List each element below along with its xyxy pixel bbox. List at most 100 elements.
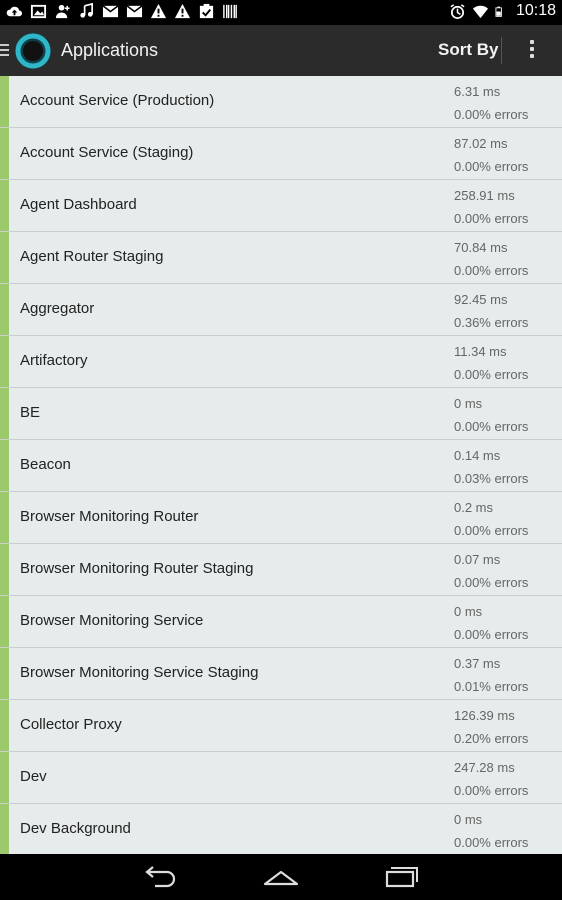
- health-status-bar: [0, 648, 9, 699]
- barcode-icon: [223, 4, 237, 19]
- application-row[interactable]: Dev 247.28 ms 0.00% errors: [0, 752, 562, 804]
- cloud-upload-icon: [6, 6, 23, 17]
- warning-icon: [150, 3, 167, 19]
- response-time: 258.91 ms: [454, 188, 515, 203]
- action-bar: Applications Sort By: [0, 25, 562, 77]
- application-row[interactable]: Agent Dashboard 258.91 ms 0.00% errors: [0, 180, 562, 232]
- error-rate: 0.00% errors: [454, 211, 529, 226]
- error-rate: 0.00% errors: [454, 263, 529, 278]
- application-name: Browser Monitoring Router Staging: [20, 560, 254, 577]
- application-name: Browser Monitoring Router: [20, 508, 199, 525]
- battery-icon: [495, 6, 502, 17]
- application-name: Browser Monitoring Service Staging: [20, 664, 259, 681]
- application-name: Account Service (Staging): [20, 144, 194, 161]
- error-rate: 0.00% errors: [454, 575, 529, 590]
- response-time: 0.07 ms: [454, 552, 501, 567]
- application-row[interactable]: Agent Router Staging 70.84 ms 0.00% erro…: [0, 232, 562, 284]
- application-name: Agent Dashboard: [20, 196, 137, 213]
- error-rate: 0.00% errors: [454, 523, 529, 538]
- response-time: 11.34 ms: [454, 344, 507, 359]
- app-logo-icon[interactable]: [14, 32, 52, 70]
- response-time: 87.02 ms: [454, 136, 508, 151]
- application-row[interactable]: Artifactory 11.34 ms 0.00% errors: [0, 336, 562, 388]
- system-icons: 10:18: [449, 2, 556, 20]
- application-row[interactable]: Account Service (Production) 6.31 ms 0.0…: [0, 76, 562, 128]
- response-time: 0 ms: [454, 396, 483, 411]
- application-row[interactable]: Collector Proxy 126.39 ms 0.20% errors: [0, 700, 562, 752]
- application-name: Artifactory: [20, 352, 88, 369]
- drawer-menu-icon[interactable]: [0, 42, 10, 58]
- error-rate: 0.03% errors: [454, 471, 529, 486]
- error-rate: 0.00% errors: [454, 159, 529, 174]
- health-status-bar: [0, 388, 9, 439]
- application-name: Collector Proxy: [20, 716, 122, 733]
- health-status-bar: [0, 596, 9, 647]
- application-name: Aggregator: [20, 300, 95, 317]
- error-rate: 0.00% errors: [454, 107, 529, 122]
- response-time: 247.28 ms: [454, 760, 515, 775]
- mail-icon: [126, 5, 143, 18]
- response-time: 0.14 ms: [454, 448, 501, 463]
- application-row[interactable]: Browser Monitoring Router Staging 0.07 m…: [0, 544, 562, 596]
- health-status-bar: [0, 440, 9, 491]
- response-time: 92.45 ms: [454, 292, 508, 307]
- health-status-bar: [0, 336, 9, 387]
- health-status-bar: [0, 128, 9, 179]
- application-row[interactable]: Browser Monitoring Service 0 ms 0.00% er…: [0, 596, 562, 648]
- application-name: Browser Monitoring Service: [20, 612, 204, 629]
- error-rate: 0.00% errors: [454, 419, 529, 434]
- page-title: Applications: [61, 40, 159, 60]
- image-icon: [30, 4, 47, 19]
- application-row[interactable]: Beacon 0.14 ms 0.03% errors: [0, 440, 562, 492]
- alarm-icon: [450, 3, 465, 19]
- response-time: 0 ms: [454, 812, 483, 827]
- music-note-icon: [80, 3, 94, 18]
- response-time: 0 ms: [454, 604, 483, 619]
- response-time: 0.37 ms: [454, 656, 501, 671]
- application-row[interactable]: Aggregator 92.45 ms 0.36% errors: [0, 284, 562, 336]
- health-status-bar: [0, 544, 9, 595]
- error-rate: 0.00% errors: [454, 835, 529, 850]
- application-name: Dev: [20, 768, 47, 785]
- checkbox-icon: [199, 3, 214, 19]
- application-list[interactable]: Account Service (Production) 6.31 ms 0.0…: [0, 76, 562, 854]
- application-row[interactable]: Browser Monitoring Service Staging 0.37 …: [0, 648, 562, 700]
- application-name: Dev Background: [20, 820, 131, 837]
- health-status-bar: [0, 700, 9, 751]
- error-rate: 0.00% errors: [454, 783, 529, 798]
- health-status-bar: [0, 232, 9, 283]
- application-name: Beacon: [20, 456, 71, 473]
- application-name: Agent Router Staging: [20, 248, 164, 265]
- sort-by-button[interactable]: Sort By: [438, 40, 498, 60]
- health-status-bar: [0, 804, 9, 854]
- mail-icon: [102, 5, 119, 18]
- health-status-bar: [0, 284, 9, 335]
- application-name: Account Service (Production): [20, 92, 215, 109]
- error-rate: 0.01% errors: [454, 679, 529, 694]
- application-row[interactable]: Browser Monitoring Router 0.2 ms 0.00% e…: [0, 492, 562, 544]
- notification-icons: [6, 3, 239, 20]
- home-icon[interactable]: [261, 864, 301, 890]
- warning-icon: [174, 3, 191, 19]
- response-time: 6.31 ms: [454, 84, 501, 99]
- overflow-menu-icon[interactable]: [522, 37, 542, 65]
- recent-apps-icon[interactable]: [381, 864, 421, 890]
- error-rate: 0.20% errors: [454, 731, 529, 746]
- health-status-bar: [0, 492, 9, 543]
- application-row[interactable]: Dev Background 0 ms 0.00% errors: [0, 804, 562, 854]
- error-rate: 0.00% errors: [454, 627, 529, 642]
- health-status-bar: [0, 180, 9, 231]
- back-icon[interactable]: [141, 864, 181, 890]
- response-time: 126.39 ms: [454, 708, 515, 723]
- application-row[interactable]: Account Service (Staging) 87.02 ms 0.00%…: [0, 128, 562, 180]
- error-rate: 0.00% errors: [454, 367, 529, 382]
- clock: 10:18: [515, 2, 556, 19]
- status-bar: 10:18: [0, 0, 562, 25]
- error-rate: 0.36% errors: [454, 315, 529, 330]
- health-status-bar: [0, 752, 9, 803]
- application-row[interactable]: BE 0 ms 0.00% errors: [0, 388, 562, 440]
- action-bar-divider: [501, 37, 502, 64]
- response-time: 0.2 ms: [454, 500, 494, 515]
- add-person-icon: [55, 4, 70, 19]
- system-nav-bar: [0, 854, 562, 900]
